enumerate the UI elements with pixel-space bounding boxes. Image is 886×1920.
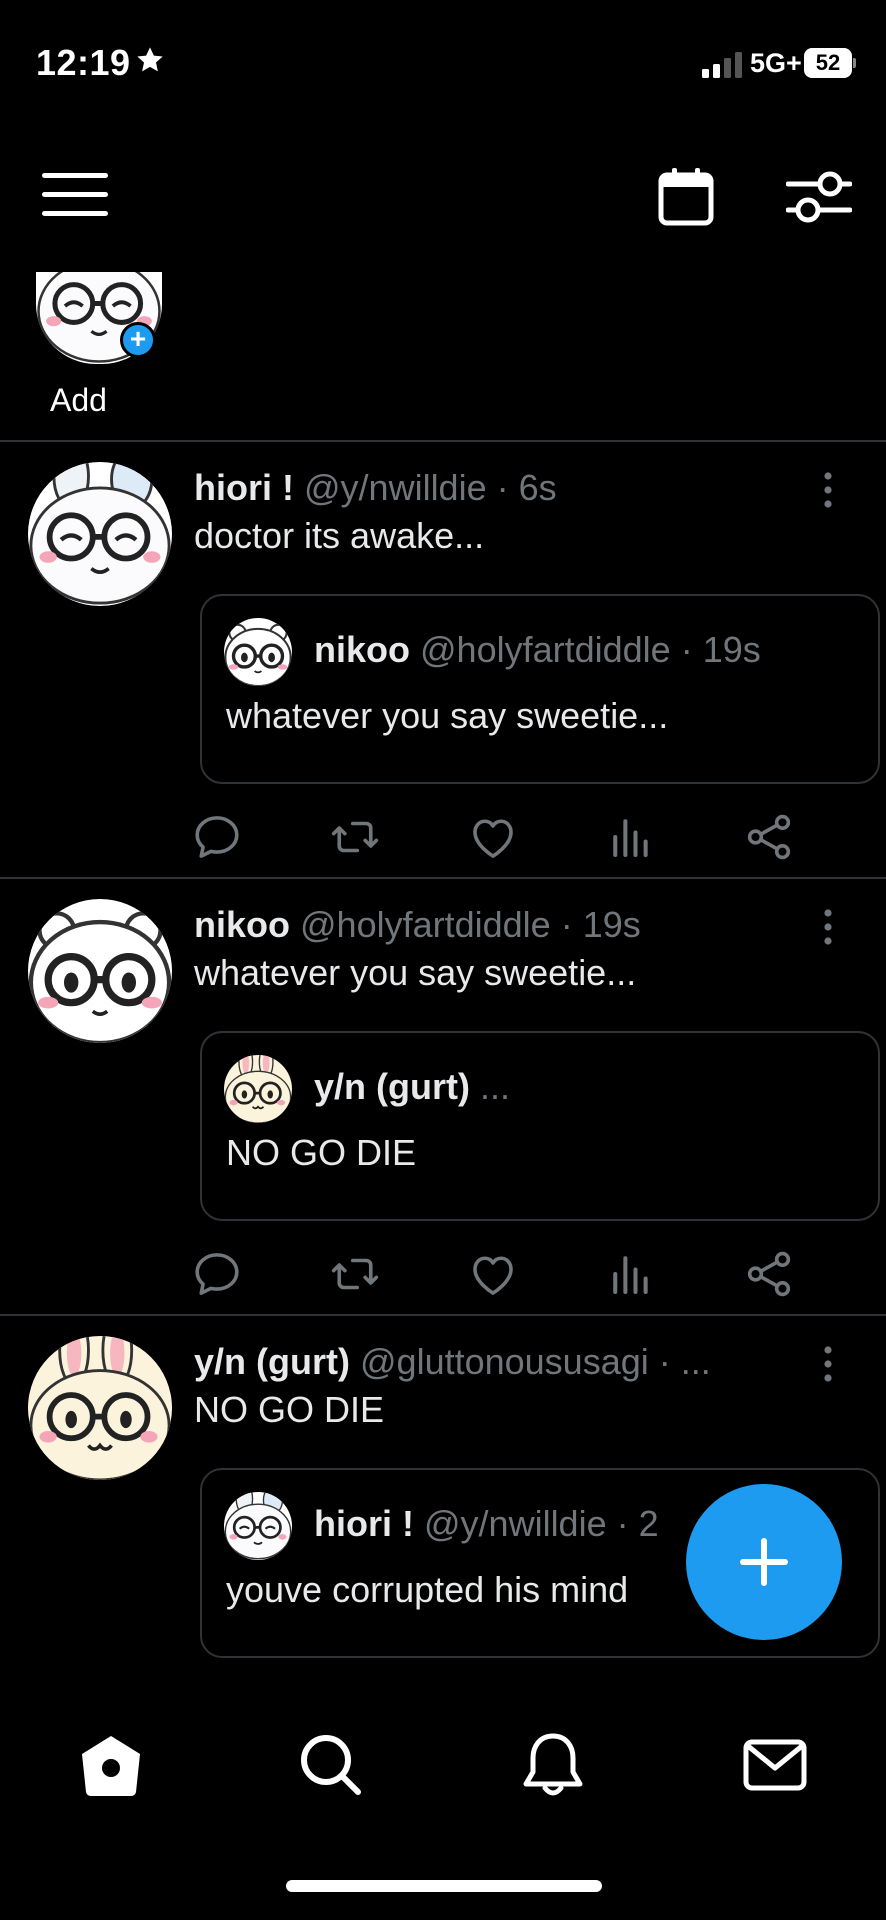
compose-button[interactable] bbox=[686, 1484, 842, 1640]
author-name[interactable]: y/n (gurt) bbox=[194, 1341, 350, 1382]
search-icon[interactable] bbox=[296, 1730, 366, 1800]
quote-text: NO GO DIE bbox=[226, 1132, 417, 1173]
stories-bar: + Add bbox=[0, 272, 886, 440]
author-meta: @gluttonoususagi · ... bbox=[360, 1341, 711, 1382]
quote-author-name: y/n (gurt) bbox=[314, 1066, 470, 1107]
quote-header: nikoo @holyfartdiddle · 19s bbox=[314, 628, 854, 672]
quote-author-name: hiori ! bbox=[314, 1503, 414, 1544]
quote-text: whatever you say sweetie... bbox=[226, 695, 669, 736]
post-text: whatever you say sweetie... bbox=[194, 952, 637, 993]
quote-header: y/n (gurt) ... bbox=[314, 1065, 854, 1109]
share-icon[interactable] bbox=[742, 1247, 796, 1301]
avatar bbox=[224, 618, 292, 686]
author-name[interactable]: nikoo bbox=[194, 904, 290, 945]
battery-icon: 52 bbox=[804, 48, 856, 78]
story-label: Add bbox=[50, 382, 107, 418]
battery-level: 52 bbox=[815, 50, 841, 75]
post[interactable]: hiori ! @y/nwilldie · 6s doctor its awak… bbox=[0, 440, 886, 876]
post-actions bbox=[190, 810, 810, 864]
post[interactable]: nikoo @holyfartdiddle · 19s whatever you… bbox=[0, 877, 886, 1313]
views-icon[interactable] bbox=[604, 1247, 658, 1301]
post-header: y/n (gurt) @gluttonoususagi · ... bbox=[194, 1340, 794, 1384]
notifications-icon[interactable] bbox=[518, 1730, 588, 1800]
repost-icon[interactable] bbox=[328, 810, 382, 864]
avatar bbox=[224, 1055, 292, 1123]
status-bar: 12:19 5G+ 52 bbox=[0, 0, 886, 130]
reply-icon[interactable] bbox=[190, 1247, 244, 1301]
avatar[interactable] bbox=[28, 462, 172, 606]
star-icon bbox=[137, 47, 163, 72]
avatar[interactable] bbox=[28, 1336, 172, 1480]
post-header: nikoo @holyfartdiddle · 19s bbox=[194, 903, 794, 947]
share-icon[interactable] bbox=[742, 810, 796, 864]
more-icon[interactable] bbox=[820, 470, 836, 510]
add-icon: + bbox=[120, 322, 156, 358]
status-time: 12:19 bbox=[36, 42, 131, 83]
quote-text: youve corrupted his mind bbox=[226, 1569, 629, 1610]
author-name[interactable]: hiori ! bbox=[194, 467, 294, 508]
post-text: doctor its awake... bbox=[194, 515, 485, 556]
messages-icon[interactable] bbox=[740, 1730, 810, 1800]
post-text: NO GO DIE bbox=[194, 1389, 385, 1430]
more-icon[interactable] bbox=[820, 1344, 836, 1384]
quoted-post[interactable]: nikoo @holyfartdiddle · 19s whatever you… bbox=[200, 594, 880, 784]
post-header: hiori ! @y/nwilldie · 6s bbox=[194, 466, 794, 510]
quote-author-meta: @y/nwilldie · 2 bbox=[424, 1503, 659, 1544]
calendar-icon[interactable] bbox=[656, 166, 716, 226]
network-label: 5G+ bbox=[750, 48, 802, 78]
signal-icon bbox=[702, 52, 742, 78]
home-icon[interactable] bbox=[76, 1730, 146, 1800]
like-icon[interactable] bbox=[466, 1247, 520, 1301]
reply-icon[interactable] bbox=[190, 810, 244, 864]
like-icon[interactable] bbox=[466, 810, 520, 864]
avatar[interactable] bbox=[28, 899, 172, 1043]
plus-icon bbox=[740, 1538, 788, 1586]
menu-icon[interactable] bbox=[40, 170, 114, 220]
author-meta: @holyfartdiddle · 19s bbox=[300, 904, 641, 945]
quote-author-name: nikoo bbox=[314, 629, 410, 670]
post-actions bbox=[190, 1247, 810, 1301]
filter-icon[interactable] bbox=[786, 168, 852, 226]
more-icon[interactable] bbox=[820, 907, 836, 947]
top-bar bbox=[0, 150, 886, 240]
quoted-post[interactable]: y/n (gurt) ... NO GO DIE bbox=[200, 1031, 880, 1221]
avatar bbox=[224, 1492, 292, 1560]
views-icon[interactable] bbox=[604, 810, 658, 864]
repost-icon[interactable] bbox=[328, 1247, 382, 1301]
home-indicator bbox=[286, 1880, 602, 1892]
quote-author-meta: ... bbox=[480, 1066, 511, 1107]
quote-author-meta: @holyfartdiddle · 19s bbox=[420, 629, 761, 670]
author-meta: @y/nwilldie · 6s bbox=[304, 467, 557, 508]
